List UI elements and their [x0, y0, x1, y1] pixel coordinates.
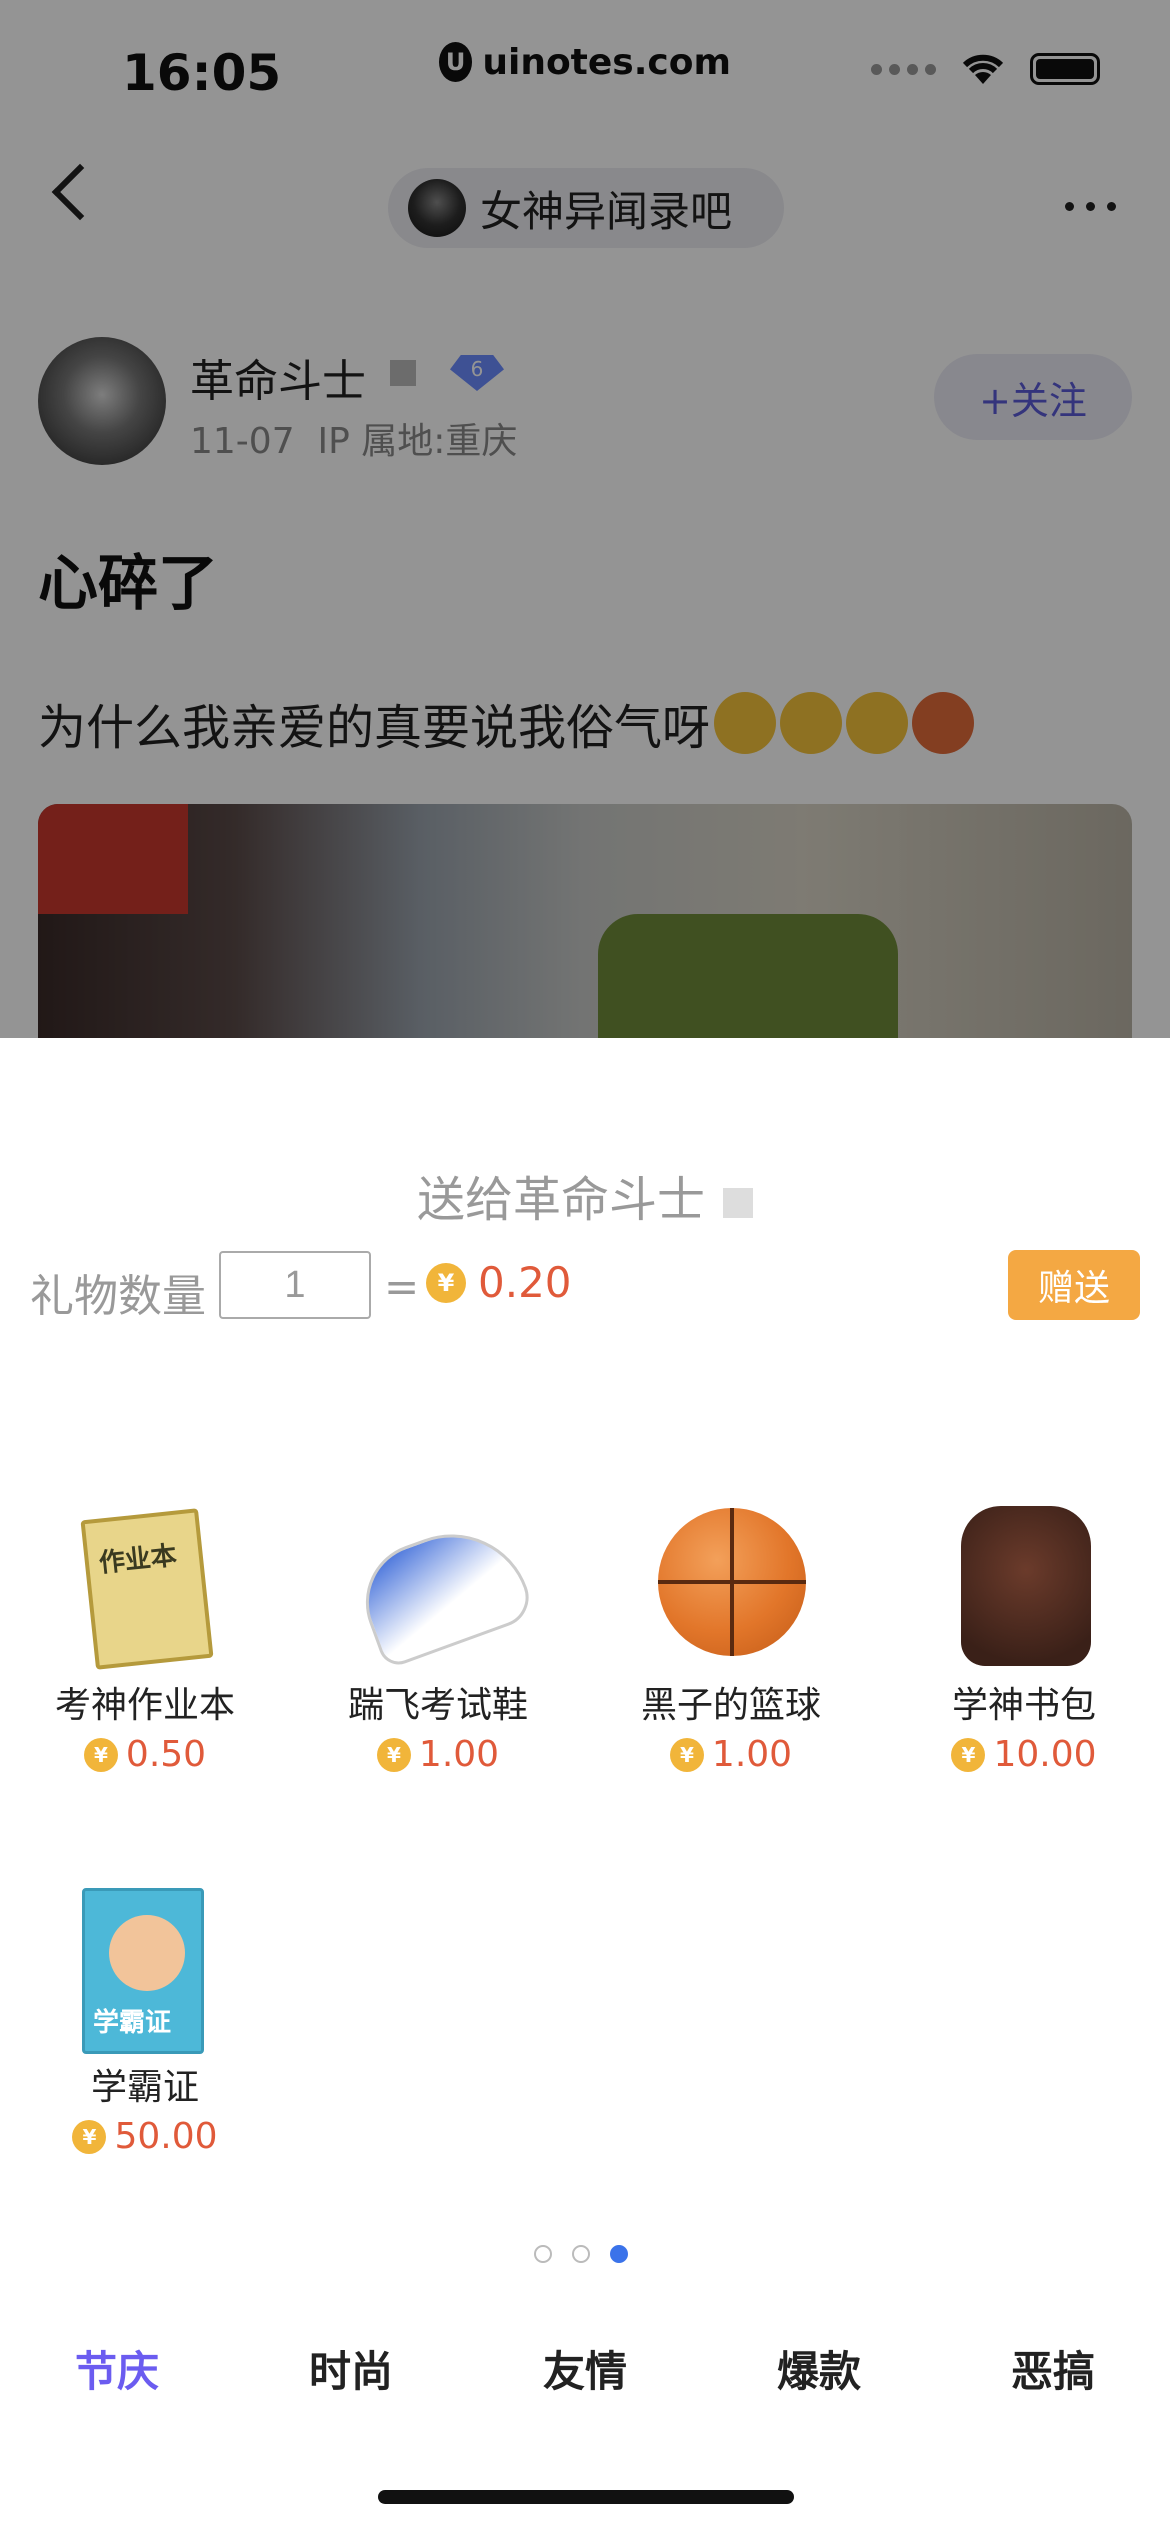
coin-icon: ¥	[951, 1737, 986, 1772]
gift-price-value: 1.00	[711, 1734, 793, 1775]
gift-name: 学霸证	[90, 2067, 199, 2108]
gift-price: ¥0.50	[35, 1734, 255, 1775]
recipient-badge	[723, 1188, 753, 1218]
send-gift-button[interactable]: 赠送	[1008, 1250, 1140, 1320]
certificate-icon: 学霸证	[70, 1888, 220, 2054]
basketball-icon	[656, 1506, 806, 1666]
send-to-title: 送给革命斗士	[0, 1160, 1170, 1230]
send-to-text: 送给革命斗士	[416, 1172, 705, 1228]
page-indicator	[534, 2245, 628, 2263]
gift-item[interactable]: 踹飞考试鞋 ¥1.00	[328, 1506, 548, 1775]
tab-festival[interactable]: 节庆	[0, 2338, 234, 2399]
gift-category-tabs: 节庆 时尚 友情 爆款 恶搞	[0, 2338, 1170, 2399]
page-dot[interactable]	[534, 2245, 552, 2263]
gift-name: 考神作业本	[54, 1685, 235, 1726]
coin-icon: ¥	[83, 1737, 118, 1772]
exercise-book-icon: 作业本	[70, 1506, 220, 1670]
home-indicator[interactable]	[378, 2490, 794, 2504]
total-value: 0.20	[478, 1258, 572, 1307]
gift-item[interactable]: 作业本 考神作业本 ¥0.50	[35, 1506, 255, 1775]
gift-price-value: 50.00	[114, 2116, 218, 2157]
tab-fashion[interactable]: 时尚	[234, 2338, 468, 2399]
gift-price: ¥50.00	[35, 2116, 255, 2157]
equals-sign: =	[384, 1262, 420, 1311]
gift-item[interactable]: 学霸证 学霸证 ¥50.00	[35, 1888, 255, 2157]
tab-hot[interactable]: 爆款	[702, 2338, 936, 2399]
coin-icon: ¥	[426, 1262, 466, 1303]
sneaker-icon	[349, 1506, 537, 1671]
gift-name: 踹飞考试鞋	[347, 1685, 528, 1726]
gift-price: ¥1.00	[621, 1734, 841, 1775]
coin-icon: ¥	[72, 2119, 107, 2154]
total-price: ¥ 0.20	[426, 1258, 572, 1307]
page-dot-active[interactable]	[610, 2245, 628, 2263]
gift-name: 黑子的篮球	[640, 1685, 821, 1726]
backpack-icon	[949, 1506, 1099, 1666]
post-page-background: 16:05 U uinotes.com 女神异闻录吧 革命斗士 6 11-07 …	[0, 0, 1170, 1038]
gift-price: ¥10.00	[914, 1734, 1134, 1775]
tab-prank[interactable]: 恶搞	[936, 2338, 1170, 2399]
tab-friendship[interactable]: 友情	[468, 2338, 702, 2399]
gift-item[interactable]: 学神书包 ¥10.00	[914, 1506, 1134, 1775]
gift-item[interactable]: 黑子的篮球 ¥1.00	[621, 1506, 841, 1775]
dim-overlay[interactable]	[0, 0, 1170, 1038]
quantity-input[interactable]: 1	[219, 1251, 371, 1319]
gift-name: 学神书包	[951, 1685, 1096, 1726]
gift-price-value: 10.00	[993, 1734, 1097, 1775]
coin-icon: ¥	[376, 1737, 411, 1772]
quantity-label: 礼物数量	[30, 1271, 206, 1322]
gift-price: ¥1.00	[328, 1734, 548, 1775]
page-dot[interactable]	[572, 2245, 590, 2263]
coin-icon: ¥	[669, 1737, 704, 1772]
gift-price-value: 0.50	[125, 1734, 207, 1775]
gift-price-value: 1.00	[418, 1734, 500, 1775]
